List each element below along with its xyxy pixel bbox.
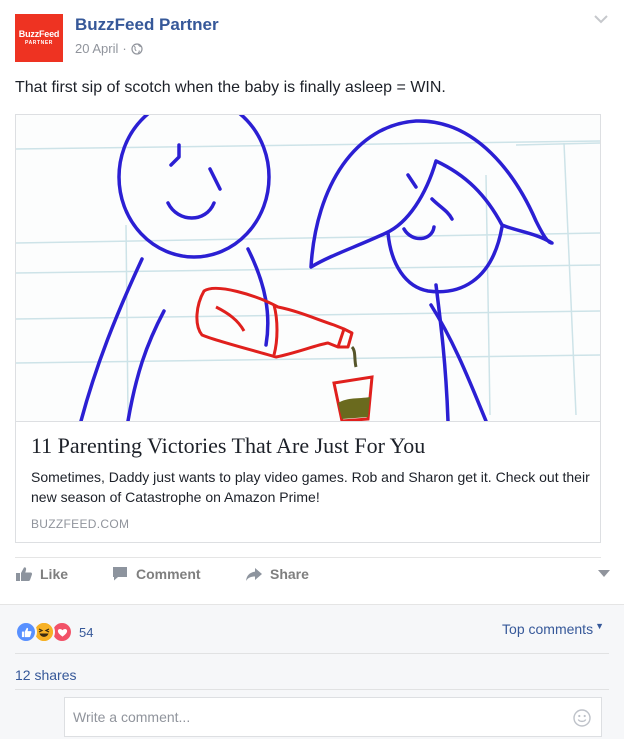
- post-meta: 20 April ·: [75, 41, 143, 56]
- post-date[interactable]: 20 April: [75, 41, 118, 56]
- comment-icon: [113, 567, 127, 581]
- like-reaction-icon: [15, 621, 37, 643]
- link-preview-image: [16, 115, 600, 422]
- reaction-count[interactable]: 54: [79, 625, 93, 640]
- shares-count-link[interactable]: 12 shares: [15, 667, 76, 683]
- comment-button[interactable]: Comment: [111, 566, 201, 582]
- share-arrow-icon: [246, 568, 262, 581]
- comment-input[interactable]: [65, 698, 601, 736]
- reaction-summary[interactable]: 54: [15, 621, 93, 643]
- divider: [15, 557, 601, 558]
- top-comments-label: Top comments: [502, 621, 594, 637]
- chevron-down-icon[interactable]: [594, 14, 608, 24]
- link-preview-card[interactable]: 11 Parenting Victories That Are Just For…: [15, 114, 601, 543]
- top-comments-dropdown[interactable]: Top comments ▼: [502, 621, 604, 637]
- page-name-link[interactable]: BuzzFeed Partner: [75, 15, 219, 35]
- meta-separator: ·: [122, 41, 127, 56]
- share-button[interactable]: Share: [245, 566, 309, 582]
- link-title[interactable]: 11 Parenting Victories That Are Just For…: [31, 433, 425, 459]
- chevron-down-icon[interactable]: [598, 570, 610, 578]
- divider: [15, 653, 609, 654]
- comment-label: Comment: [136, 566, 201, 582]
- avatar-logo-text: BuzzFeed: [18, 29, 60, 39]
- like-button[interactable]: Like: [15, 566, 68, 582]
- share-label: Share: [270, 566, 309, 582]
- like-label: Like: [40, 566, 69, 582]
- page-avatar[interactable]: BuzzFeed PARTNER: [15, 14, 63, 62]
- globe-icon: [131, 42, 143, 55]
- emoji-smiley-icon[interactable]: [573, 709, 591, 727]
- feed-post: BuzzFeed PARTNER BuzzFeed Partner 20 Apr…: [0, 0, 624, 739]
- link-domain: BUZZFEED.COM: [31, 517, 130, 531]
- thumbs-up-icon: [16, 567, 33, 581]
- comment-box: [64, 697, 602, 737]
- post-actions-bar: Like Comment Share: [15, 566, 601, 592]
- link-description: Sometimes, Daddy just wants to play vide…: [31, 469, 590, 505]
- avatar-logo-subtext: PARTNER: [25, 40, 53, 46]
- post-text: That first sip of scotch when the baby i…: [15, 79, 446, 96]
- divider: [15, 689, 609, 690]
- feedback-section: 54 Top comments ▼ 12 shares: [0, 604, 624, 739]
- caret-down-icon: ▼: [595, 621, 604, 631]
